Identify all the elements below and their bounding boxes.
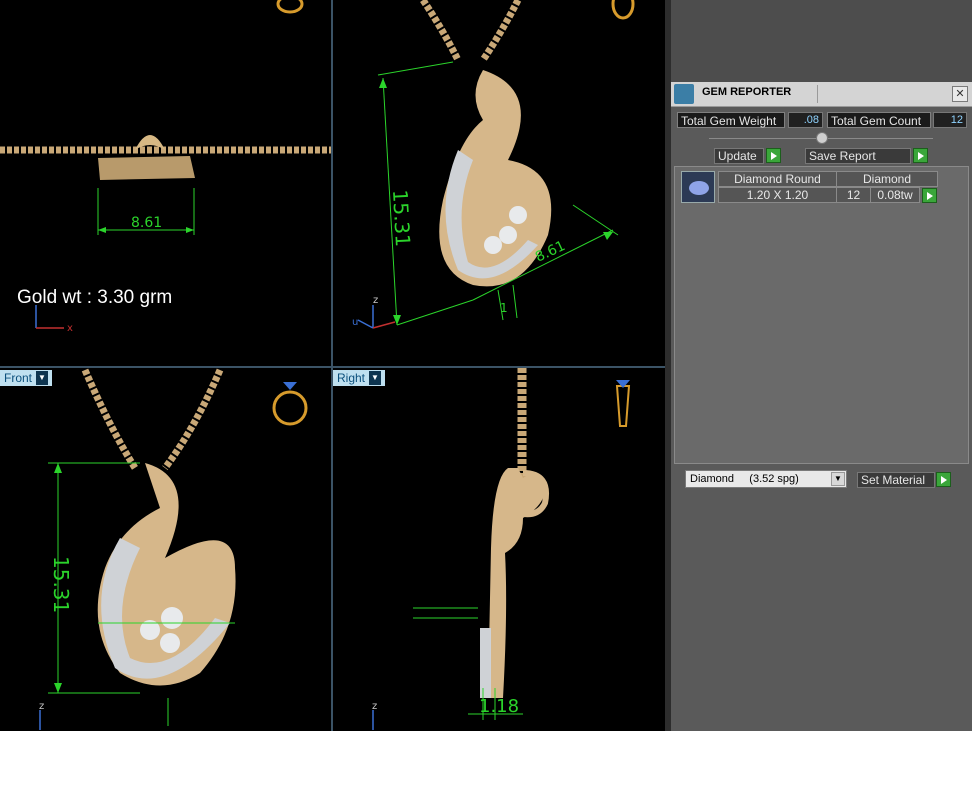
gem-list: Diamond Round Diamond 1.20 X 1.20 12 0.0… [674,166,969,464]
gem-count-cell: 12 [836,187,871,203]
viewport-front[interactable]: 15.31 z Front ▼ [0,368,331,731]
viewport-top[interactable]: 8.61 Gold wt : 3.30 grm x [0,0,331,366]
axis-x-label: x [67,323,73,334]
right-view-text: Right [337,371,366,385]
front-view-text: Front [4,371,33,385]
save-report-button[interactable]: Save Report [805,148,911,164]
material-select[interactable]: Diamond (3.52 spg) ▼ [685,470,847,488]
gem-weight-cell: 0.08tw [870,187,920,203]
ring-icon [272,390,308,426]
pendant-pave-side [480,628,491,698]
top-view-canvas: 8.61 Gold wt : 3.30 grm x [0,0,331,334]
stone-3 [484,236,502,254]
update-button[interactable]: Update [714,148,764,164]
stone-2 [499,226,517,244]
gem-material-cell: Diamond [836,171,938,187]
set-material-button[interactable]: Set Material [857,472,935,488]
stone-3 [160,633,180,653]
total-gem-weight-value: .08 [788,112,823,128]
ring-icon [611,0,635,20]
gem-reporter-icon [674,84,694,104]
diamond-icon [681,171,715,203]
viewport-divider-horizontal[interactable] [0,366,665,368]
right-view-canvas: 1.18 z [372,368,631,730]
update-go-icon[interactable] [766,148,781,163]
table-row[interactable]: Diamond Round Diamond 1.20 X 1.20 12 0.0… [681,171,943,205]
chevron-down-icon[interactable]: ▼ [831,472,845,486]
axis-z-label: z [372,701,377,712]
front-view-label[interactable]: Front ▼ [0,370,53,386]
height-dimension-label: 15.31 [388,189,415,247]
gem-size-cell: 1.20 X 1.20 [718,187,837,203]
ring-icon [276,0,304,14]
width-dimension-label: 8.61 [131,215,162,231]
view-dropdown-icon[interactable]: ▼ [369,371,382,385]
gem-reporter-window: GEM REPORTER ✕ Total Gem Weight .08 Tota… [671,82,972,731]
depth-dimension-label: 1 [500,301,508,315]
stone-1 [509,206,527,224]
total-gem-count-label: Total Gem Count [827,112,931,128]
gem-reporter-titlebar[interactable]: GEM REPORTER ✕ [671,82,972,107]
pendant-icon [615,385,631,427]
gem-shape-cell: Diamond Round [718,171,837,187]
viewport-perspective[interactable]: 15.31 8.61 1 z u [333,0,665,366]
right-view-label[interactable]: Right ▼ [333,370,386,386]
pendant-side [488,468,546,698]
close-icon[interactable]: ✕ [952,86,968,102]
chain-right [480,0,522,62]
height-dimension-label: 15.31 [49,556,73,613]
axis-z-label: z [39,701,44,712]
view-dropdown-icon[interactable]: ▼ [36,371,49,385]
gold-weight-label: Gold wt : 3.30 grm [17,287,172,308]
titlebar-divider [817,85,818,103]
material-select-value: Diamond (3.52 spg) [690,473,799,485]
gem-row-go-icon[interactable] [922,188,937,203]
front-view-canvas: 15.31 z [39,368,308,730]
chain-right [162,368,224,471]
zoom-slider-thumb[interactable] [816,132,828,144]
viewport-right[interactable]: 1.18 z Right ▼ [333,368,665,731]
gem-reporter-title: GEM REPORTER [702,86,792,98]
save-report-go-icon[interactable] [913,148,928,163]
set-material-go-icon[interactable] [936,472,951,487]
perspective-view-canvas: 15.31 8.61 1 z u [352,0,635,329]
chain-left [81,368,138,470]
total-gem-count-value: 12 [933,112,967,128]
thickness-dimension-label: 1.18 [479,696,519,717]
stone-1 [161,607,183,629]
axis-y-label: u [352,317,358,328]
pendant-top-shape [98,156,195,180]
axis-z-label: z [373,295,378,306]
chain-left [420,0,462,62]
total-gem-weight-label: Total Gem Weight [677,112,785,128]
